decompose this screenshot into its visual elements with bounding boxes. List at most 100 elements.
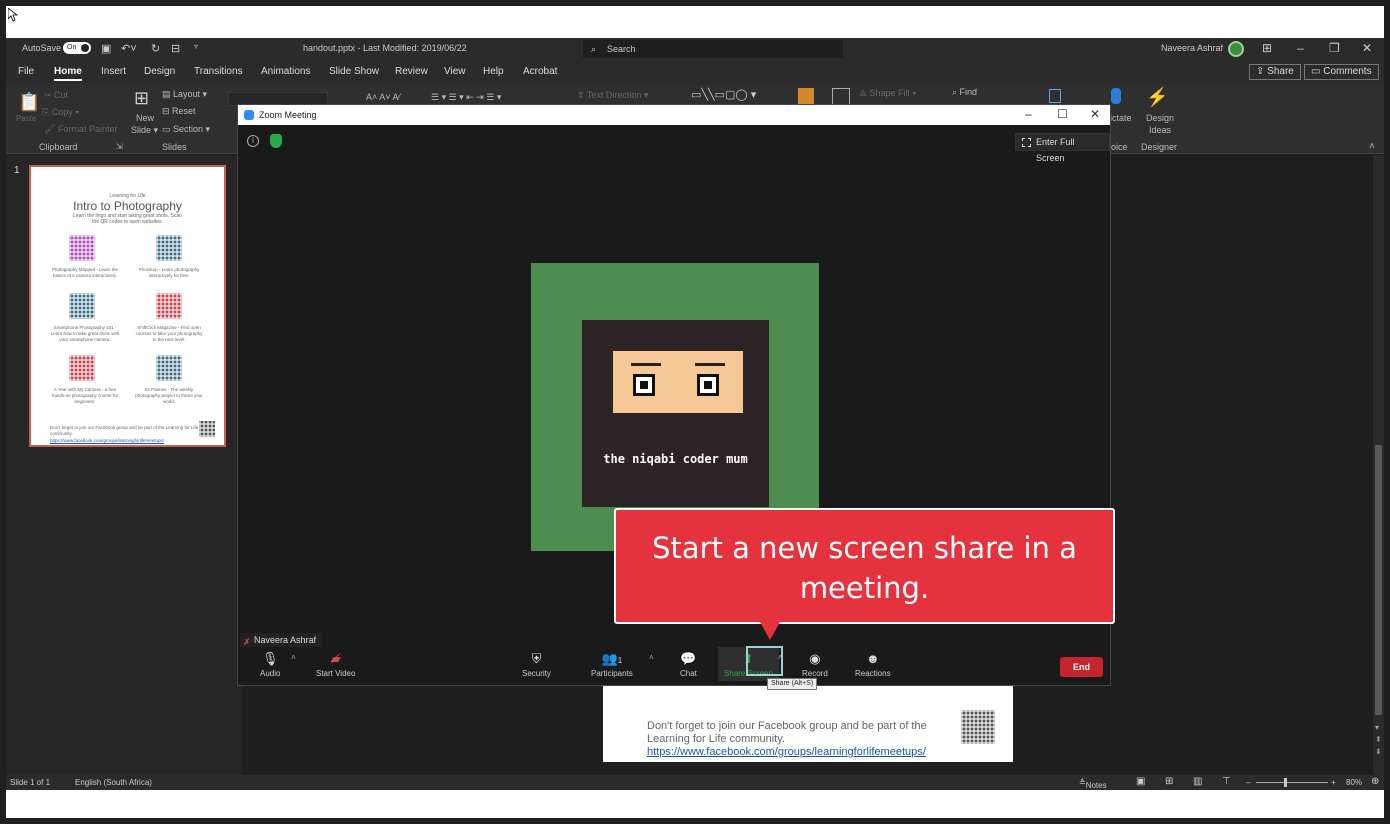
arrange-icon[interactable] [798,88,814,104]
audio-options-icon[interactable]: ˄ [291,653,296,662]
microphone-icon[interactable] [1111,88,1121,104]
tab-review[interactable]: Review [395,66,428,77]
record-button[interactable]: ◉ Record [802,651,828,678]
tab-home[interactable]: Home [54,66,82,81]
tab-animations[interactable]: Animations [261,66,310,77]
top-white-bar [0,0,1390,38]
zoom-in-icon[interactable]: + [1331,778,1336,787]
notes-button[interactable]: ≜ Notes [1079,778,1107,790]
minimize-icon[interactable]: – [1297,41,1304,55]
save-icon[interactable]: ▣ [101,42,111,55]
undo-icon[interactable]: ↶˅ [121,42,137,55]
security-button[interactable]: ⛨ Security [522,651,551,678]
bottom-white-bar [0,790,1390,824]
new-slide-icon[interactable]: ⊞ [134,88,149,109]
tab-insert[interactable]: Insert [101,66,126,77]
document-title[interactable]: handout.pptx - Last Modified: 2019/06/22 [303,43,467,53]
language[interactable]: English (South Africa) [75,778,152,787]
new-slide-label-2[interactable]: Slide ▾ [131,125,158,136]
qr-code [199,421,215,437]
zoom-out-icon[interactable]: – [1246,778,1250,787]
share-button[interactable]: ⇪ Share [1249,64,1301,80]
end-meeting-button[interactable]: End [1060,657,1103,677]
design-ideas-icon[interactable]: ⚡ [1146,87,1168,108]
slides-group-label: Slides [162,142,187,152]
format-painter-button[interactable]: 🖌 Format Painter [44,124,117,135]
start-video-button[interactable]: ▰̸ Start Video [316,651,355,678]
scroll-down-icon[interactable]: ▾ [1375,723,1379,732]
layout-button[interactable]: ▤ Layout ▾ [162,89,207,100]
qr-code [69,293,95,319]
section-button[interactable]: ▭ Section ▾ [162,124,210,135]
font-size-icons[interactable]: A˄ A˅ A⁄ [366,92,400,102]
design-ideas-label-2[interactable]: Ideas [1149,125,1171,135]
zoom-minimize-icon[interactable]: – [1025,107,1032,121]
participants-options-icon[interactable]: ˄ [649,653,654,662]
collapse-ribbon-icon[interactable]: ˄ [1369,141,1375,152]
shape-fill-button[interactable]: ⟁ Shape Fill ▾ [859,88,916,99]
ribbon-display-icon[interactable]: ⊞ [1262,41,1272,55]
reset-button[interactable]: ⊟ Reset [162,106,196,117]
comments-button[interactable]: ▭ Comments [1304,64,1379,80]
avatar[interactable] [1228,41,1244,57]
previous-slide-icon[interactable]: ⇞ [1375,735,1382,744]
next-slide-icon[interactable]: ⇟ [1375,747,1382,756]
tab-slide-show[interactable]: Slide Show [329,66,379,77]
tab-transitions[interactable]: Transitions [194,66,243,77]
zoom-slider-handle[interactable] [1284,778,1287,787]
search-label: Search [607,44,636,54]
dictate-label[interactable]: ictate [1110,113,1132,123]
new-slide-label[interactable]: New [136,113,154,123]
tab-view[interactable]: View [444,66,466,77]
normal-view-icon[interactable]: ▣ [1136,776,1145,787]
paste-label[interactable]: Paste [16,114,36,123]
shapes-gallery[interactable]: ▭╲╲▭▢◯ ▾ [691,88,756,101]
search-box[interactable]: ⌕ Search [583,40,843,58]
reading-view-icon[interactable]: ▥ [1193,776,1202,787]
thumb-footer: Don't forget to join our Facebook group … [50,425,199,436]
text-direction-button[interactable]: ⇕ Text Direction ▾ [577,90,648,101]
vertical-scrollbar[interactable]: ▾ ⇞ ⇟ [1373,155,1384,775]
tab-help[interactable]: Help [483,66,504,77]
zoom-slider[interactable] [1256,782,1328,783]
redo-icon[interactable]: ↻ [151,42,160,55]
slide-thumbnail[interactable]: Learning for Life Intro to Photography L… [29,165,226,447]
facebook-link[interactable]: https://www.facebook.com/groups/learning… [647,746,926,758]
slideshow-icon[interactable]: ⊤ [1222,776,1231,787]
enter-full-screen-button[interactable]: Enter Full Screen [1015,133,1110,163]
cut-button[interactable]: ✂ Cut [44,90,68,101]
chat-button[interactable]: 💬 Chat [680,651,697,678]
find-button[interactable]: ⌕ Find [952,87,977,98]
zoom-maximize-icon[interactable]: ☐ [1057,107,1068,121]
restore-icon[interactable]: ❐ [1329,41,1340,55]
encryption-shield-icon[interactable] [270,134,282,148]
info-icon[interactable]: i [247,135,259,147]
right-eye [697,374,719,396]
slide-footer-text: Don't forget to join our Facebook group … [647,720,927,745]
slide-footer[interactable]: Don't forget to join our Facebook group … [603,686,1013,762]
design-ideas-label[interactable]: Design [1146,113,1174,123]
slide-sorter-icon[interactable]: ⊞ [1165,776,1173,787]
autosave-toggle[interactable]: On [63,42,91,54]
scroll-thumb[interactable] [1375,445,1382,715]
zoom-level[interactable]: 80% [1346,778,1362,787]
close-icon[interactable]: ✕ [1362,41,1372,55]
reactions-button[interactable]: ☻ Reactions [855,651,891,678]
present-icon[interactable]: ⊟ [171,42,180,55]
list-icons[interactable]: ☰ ▾ ☰ ▾ ⇤ ⇥ ☰ ▾ [431,92,501,103]
copy-button[interactable]: ⎘ Copy ▾ [42,107,79,118]
clipboard-launcher-icon[interactable]: ⇲ [116,142,123,151]
paste-icon[interactable]: 📋 [18,92,40,113]
acrobat-icon[interactable] [1049,89,1061,103]
tab-design[interactable]: Design [144,66,175,77]
left-eye [633,374,655,396]
tab-acrobat[interactable]: Acrobat [523,66,557,77]
user-name[interactable]: Naveera Ashraf [1161,43,1223,53]
fit-to-window-icon[interactable]: ⊕ [1371,776,1379,787]
tab-file[interactable]: File [18,66,34,77]
participants-button[interactable]: 👥1 Participants [591,651,633,678]
zoom-close-icon[interactable]: ✕ [1090,107,1100,121]
layout-label: Layout [173,89,201,99]
audio-button[interactable]: 🎙 Audio [260,651,280,678]
customize-qat-icon[interactable]: ▿ [194,42,198,51]
